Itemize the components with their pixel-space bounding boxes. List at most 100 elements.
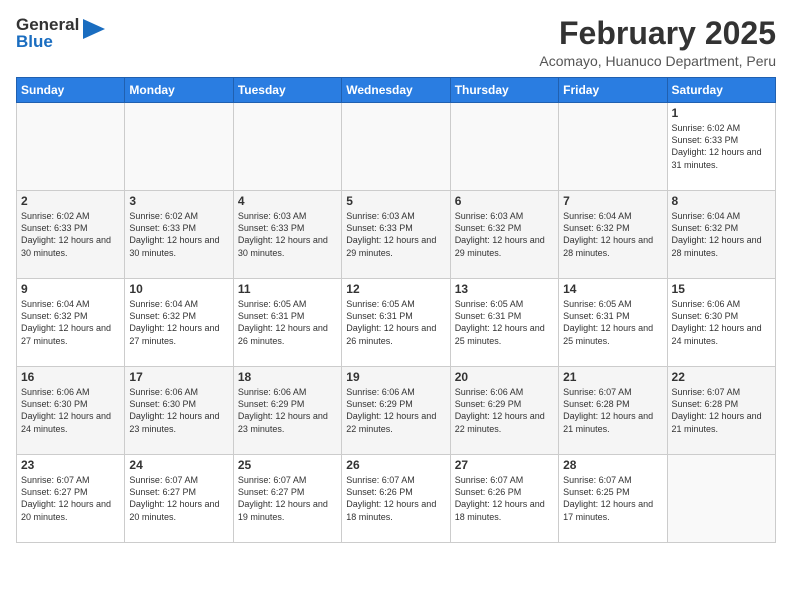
day-cell: 21 Sunrise: 6:07 AM Sunset: 6:28 PM Dayli… [559, 367, 667, 455]
day-cell: 15 Sunrise: 6:06 AM Sunset: 6:30 PM Dayli… [667, 279, 775, 367]
logo-icon [83, 19, 105, 47]
day-cell: 22 Sunrise: 6:07 AM Sunset: 6:28 PM Dayli… [667, 367, 775, 455]
day-info: Sunrise: 6:03 AM Sunset: 6:33 PM Dayligh… [238, 210, 337, 259]
week-row-0: 1Sunrise: 6:02 AM Sunset: 6:33 PM Daylig… [17, 103, 776, 191]
week-row-1: 2Sunrise: 6:02 AM Sunset: 6:33 PM Daylig… [17, 191, 776, 279]
calendar-header-row: SundayMondayTuesdayWednesdayThursdayFrid… [17, 78, 776, 103]
day-number: 7 [563, 194, 662, 208]
day-number: 27 [455, 458, 554, 472]
col-header-sunday: Sunday [17, 78, 125, 103]
day-number: 13 [455, 282, 554, 296]
day-cell: 25 Sunrise: 6:07 AM Sunset: 6:27 PM Dayli… [233, 455, 341, 543]
day-number: 21 [563, 370, 662, 384]
day-number: 24 [129, 458, 228, 472]
day-number: 16 [21, 370, 120, 384]
day-info: Sunrise: 6:05 AM Sunset: 6:31 PM Dayligh… [346, 298, 445, 347]
day-cell [450, 103, 558, 191]
logo: General Blue [16, 16, 105, 50]
col-header-friday: Friday [559, 78, 667, 103]
day-cell: 8Sunrise: 6:04 AM Sunset: 6:32 PM Daylig… [667, 191, 775, 279]
col-header-saturday: Saturday [667, 78, 775, 103]
day-cell: 3 Sunrise: 6:02 AM Sunset: 6:33 PM Daylig… [125, 191, 233, 279]
day-info: Sunrise: 6:06 AM Sunset: 6:29 PM Dayligh… [238, 386, 337, 435]
col-header-monday: Monday [125, 78, 233, 103]
day-info: Sunrise: 6:02 AM Sunset: 6:33 PM Dayligh… [129, 210, 228, 259]
month-title: February 2025 [539, 16, 776, 51]
day-number: 4 [238, 194, 337, 208]
day-number: 19 [346, 370, 445, 384]
day-number: 20 [455, 370, 554, 384]
day-cell: 27 Sunrise: 6:07 AM Sunset: 6:26 PM Dayli… [450, 455, 558, 543]
day-cell: 7Sunrise: 6:04 AM Sunset: 6:32 PM Daylig… [559, 191, 667, 279]
day-cell: 11 Sunrise: 6:05 AM Sunset: 6:31 PM Dayli… [233, 279, 341, 367]
day-cell: 24Sunrise: 6:07 AM Sunset: 6:27 PM Dayli… [125, 455, 233, 543]
day-cell: 12 Sunrise: 6:05 AM Sunset: 6:31 PM Dayli… [342, 279, 450, 367]
day-cell: 18 Sunrise: 6:06 AM Sunset: 6:29 PM Dayli… [233, 367, 341, 455]
day-cell [17, 103, 125, 191]
day-info: Sunrise: 6:02 AM Sunset: 6:33 PM Dayligh… [21, 210, 120, 259]
day-info: Sunrise: 6:06 AM Sunset: 6:30 PM Dayligh… [672, 298, 771, 347]
day-info: Sunrise: 6:07 AM Sunset: 6:28 PM Dayligh… [563, 386, 662, 435]
day-cell [125, 103, 233, 191]
day-info: Sunrise: 6:03 AM Sunset: 6:32 PM Dayligh… [455, 210, 554, 259]
day-info: Sunrise: 6:07 AM Sunset: 6:27 PM Dayligh… [238, 474, 337, 523]
col-header-tuesday: Tuesday [233, 78, 341, 103]
day-info: Sunrise: 6:07 AM Sunset: 6:25 PM Dayligh… [563, 474, 662, 523]
day-number: 12 [346, 282, 445, 296]
day-number: 26 [346, 458, 445, 472]
col-header-wednesday: Wednesday [342, 78, 450, 103]
day-info: Sunrise: 6:04 AM Sunset: 6:32 PM Dayligh… [129, 298, 228, 347]
logo-blue-text: Blue [16, 33, 79, 50]
day-info: Sunrise: 6:07 AM Sunset: 6:27 PM Dayligh… [21, 474, 120, 523]
day-cell: 20 Sunrise: 6:06 AM Sunset: 6:29 PM Dayli… [450, 367, 558, 455]
day-cell: 6 Sunrise: 6:03 AM Sunset: 6:32 PM Daylig… [450, 191, 558, 279]
day-number: 22 [672, 370, 771, 384]
day-number: 10 [129, 282, 228, 296]
day-number: 18 [238, 370, 337, 384]
day-info: Sunrise: 6:06 AM Sunset: 6:30 PM Dayligh… [21, 386, 120, 435]
day-info: Sunrise: 6:05 AM Sunset: 6:31 PM Dayligh… [563, 298, 662, 347]
day-cell: 28 Sunrise: 6:07 AM Sunset: 6:25 PM Dayli… [559, 455, 667, 543]
day-info: Sunrise: 6:07 AM Sunset: 6:28 PM Dayligh… [672, 386, 771, 435]
day-info: Sunrise: 6:05 AM Sunset: 6:31 PM Dayligh… [455, 298, 554, 347]
day-number: 9 [21, 282, 120, 296]
location: Acomayo, Huanuco Department, Peru [539, 53, 776, 69]
day-number: 5 [346, 194, 445, 208]
day-cell [342, 103, 450, 191]
col-header-thursday: Thursday [450, 78, 558, 103]
day-number: 23 [21, 458, 120, 472]
day-number: 15 [672, 282, 771, 296]
day-cell: 17Sunrise: 6:06 AM Sunset: 6:30 PM Dayli… [125, 367, 233, 455]
day-number: 25 [238, 458, 337, 472]
day-info: Sunrise: 6:04 AM Sunset: 6:32 PM Dayligh… [672, 210, 771, 259]
day-number: 6 [455, 194, 554, 208]
day-info: Sunrise: 6:07 AM Sunset: 6:26 PM Dayligh… [346, 474, 445, 523]
day-info: Sunrise: 6:02 AM Sunset: 6:33 PM Dayligh… [672, 122, 771, 171]
logo-general-text: General [16, 16, 79, 33]
day-number: 28 [563, 458, 662, 472]
day-number: 3 [129, 194, 228, 208]
day-cell [233, 103, 341, 191]
day-cell: 23 Sunrise: 6:07 AM Sunset: 6:27 PM Dayli… [17, 455, 125, 543]
day-cell: 5 Sunrise: 6:03 AM Sunset: 6:33 PM Daylig… [342, 191, 450, 279]
day-info: Sunrise: 6:07 AM Sunset: 6:26 PM Dayligh… [455, 474, 554, 523]
day-cell: 9 Sunrise: 6:04 AM Sunset: 6:32 PM Daylig… [17, 279, 125, 367]
day-cell: 16 Sunrise: 6:06 AM Sunset: 6:30 PM Dayli… [17, 367, 125, 455]
day-cell: 2Sunrise: 6:02 AM Sunset: 6:33 PM Daylig… [17, 191, 125, 279]
day-cell: 13 Sunrise: 6:05 AM Sunset: 6:31 PM Dayli… [450, 279, 558, 367]
day-info: Sunrise: 6:06 AM Sunset: 6:29 PM Dayligh… [346, 386, 445, 435]
day-cell: 19 Sunrise: 6:06 AM Sunset: 6:29 PM Dayli… [342, 367, 450, 455]
day-info: Sunrise: 6:06 AM Sunset: 6:29 PM Dayligh… [455, 386, 554, 435]
day-cell: 4 Sunrise: 6:03 AM Sunset: 6:33 PM Daylig… [233, 191, 341, 279]
week-row-3: 16 Sunrise: 6:06 AM Sunset: 6:30 PM Dayli… [17, 367, 776, 455]
day-number: 11 [238, 282, 337, 296]
day-info: Sunrise: 6:04 AM Sunset: 6:32 PM Dayligh… [21, 298, 120, 347]
day-cell [667, 455, 775, 543]
day-info: Sunrise: 6:05 AM Sunset: 6:31 PM Dayligh… [238, 298, 337, 347]
day-info: Sunrise: 6:03 AM Sunset: 6:33 PM Dayligh… [346, 210, 445, 259]
calendar: SundayMondayTuesdayWednesdayThursdayFrid… [16, 77, 776, 543]
day-cell: 26 Sunrise: 6:07 AM Sunset: 6:26 PM Dayli… [342, 455, 450, 543]
week-row-4: 23 Sunrise: 6:07 AM Sunset: 6:27 PM Dayli… [17, 455, 776, 543]
day-cell [559, 103, 667, 191]
week-row-2: 9 Sunrise: 6:04 AM Sunset: 6:32 PM Daylig… [17, 279, 776, 367]
